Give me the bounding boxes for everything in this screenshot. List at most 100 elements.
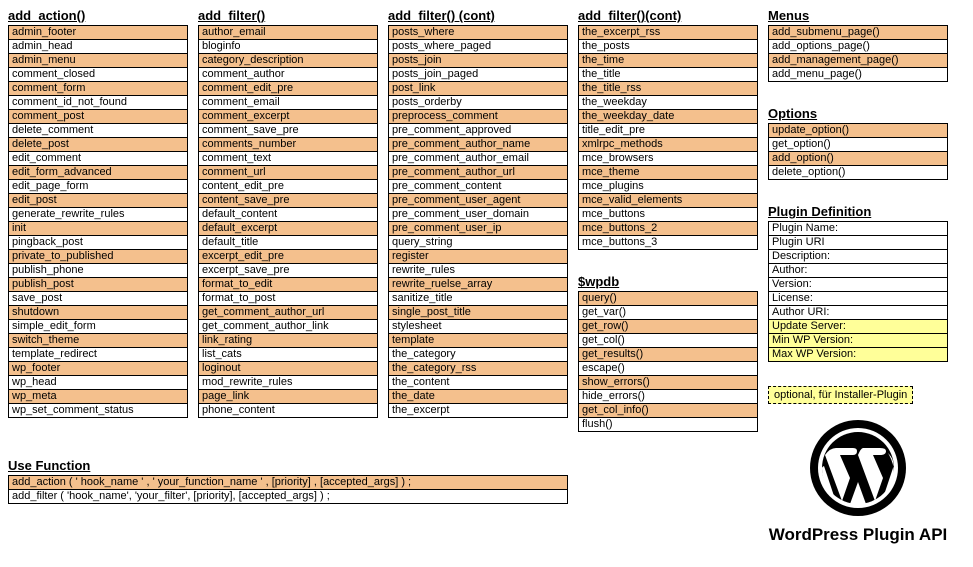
list-item: post_link	[388, 81, 568, 96]
list-item: the_title_rss	[578, 81, 758, 96]
list-item: format_to_post	[198, 291, 378, 306]
list-item: link_rating	[198, 333, 378, 348]
col-use-function: Use Function add_action ( ' hook_name ' …	[8, 458, 568, 504]
list-item: query()	[578, 291, 758, 306]
list-item: edit_comment	[8, 151, 188, 166]
list-item: comment_closed	[8, 67, 188, 82]
list-item: comment_text	[198, 151, 378, 166]
list-item: add_options_page()	[768, 39, 948, 54]
list-item: pre_comment_approved	[388, 123, 568, 138]
list-item: escape()	[578, 361, 758, 376]
list-item: hide_errors()	[578, 389, 758, 404]
list-item: the_category	[388, 347, 568, 362]
list-item: the_date	[388, 389, 568, 404]
list-item: admin_head	[8, 39, 188, 54]
list-item: mce_browsers	[578, 151, 758, 166]
list-item: mce_valid_elements	[578, 193, 758, 208]
list-item: Description:	[768, 249, 948, 264]
header-use-function: Use Function	[8, 458, 568, 475]
list-item: pre_comment_user_agent	[388, 193, 568, 208]
list-item: edit_post	[8, 193, 188, 208]
list-item: query_string	[388, 235, 568, 250]
list-item: posts_where_paged	[388, 39, 568, 54]
list-item: get_comment_author_link	[198, 319, 378, 334]
list-item: the_posts	[578, 39, 758, 54]
list-item: get_results()	[578, 347, 758, 362]
list-item: Plugin Name:	[768, 221, 948, 236]
list-item: get_col()	[578, 333, 758, 348]
list-item: pre_comment_author_email	[388, 151, 568, 166]
list-item: content_save_pre	[198, 193, 378, 208]
brand-block: WordPress Plugin API	[768, 418, 948, 545]
list-item: add_submenu_page()	[768, 25, 948, 40]
list-item: Version:	[768, 277, 948, 292]
list-item: wp_footer	[8, 361, 188, 376]
list-item: category_description	[198, 53, 378, 68]
list-item: Max WP Version:	[768, 347, 948, 362]
col-menus: Menus add_submenu_page()add_options_page…	[768, 8, 948, 82]
list-item: the_excerpt	[388, 403, 568, 418]
list-item: publish_post	[8, 277, 188, 292]
list-item: default_title	[198, 235, 378, 250]
list-item: the_time	[578, 53, 758, 68]
list-item: content_edit_pre	[198, 179, 378, 194]
list-item: update_option()	[768, 123, 948, 138]
list-item: admin_menu	[8, 53, 188, 68]
list-item: private_to_published	[8, 249, 188, 264]
list-item: wp_head	[8, 375, 188, 390]
list-item: wp_set_comment_status	[8, 403, 188, 418]
list-item: the_title	[578, 67, 758, 82]
list-item: posts_join	[388, 53, 568, 68]
list-item: phone_content	[198, 403, 378, 418]
optional-note: optional, für Installer-Plugin	[768, 386, 913, 404]
header-add-filter1: add_filter()	[198, 8, 378, 25]
col-wpdb: $wpdb query()get_var()get_row()get_col()…	[578, 274, 758, 432]
list-item: excerpt_edit_pre	[198, 249, 378, 264]
list-item: rewrite_ruelse_array	[388, 277, 568, 292]
col-plugin-def: Plugin Definition Plugin Name:Plugin URI…	[768, 204, 948, 362]
list-item: Plugin URI	[768, 235, 948, 250]
list-item: add_management_page()	[768, 53, 948, 68]
list-item: edit_form_advanced	[8, 165, 188, 180]
list-item: shutdown	[8, 305, 188, 320]
col-add-filter2: add_filter() (cont) posts_whereposts_whe…	[388, 8, 568, 418]
wordpress-logo-icon	[768, 418, 948, 521]
list-item: wp_meta	[8, 389, 188, 404]
list-item: get_row()	[578, 319, 758, 334]
list-item: flush()	[578, 417, 758, 432]
list-item: generate_rewrite_rules	[8, 207, 188, 222]
list-item: delete_post	[8, 137, 188, 152]
list-item: publish_phone	[8, 263, 188, 278]
list-item: comment_excerpt	[198, 109, 378, 124]
header-add-filter3: add_filter()(cont)	[578, 8, 758, 25]
list-item: add_menu_page()	[768, 67, 948, 82]
list-item: init	[8, 221, 188, 236]
list-item: the_weekday_date	[578, 109, 758, 124]
list-item: comments_number	[198, 137, 378, 152]
list-item: xmlrpc_methods	[578, 137, 758, 152]
list-item: get_var()	[578, 305, 758, 320]
list-item: comment_edit_pre	[198, 81, 378, 96]
list-item: page_link	[198, 389, 378, 404]
list-item: delete_option()	[768, 165, 948, 180]
list-item: list_cats	[198, 347, 378, 362]
list-item: format_to_edit	[198, 277, 378, 292]
list-item: posts_join_paged	[388, 67, 568, 82]
list-item: bloginfo	[198, 39, 378, 54]
list-item: Update Server:	[768, 319, 948, 334]
list-item: single_post_title	[388, 305, 568, 320]
list-item: pre_comment_author_name	[388, 137, 568, 152]
col-add-action: add_action() admin_footeradmin_headadmin…	[8, 8, 188, 418]
list-item: mce_plugins	[578, 179, 758, 194]
list-item: get_comment_author_url	[198, 305, 378, 320]
list-item: pingback_post	[8, 235, 188, 250]
list-item: pre_comment_content	[388, 179, 568, 194]
list-item: admin_footer	[8, 25, 188, 40]
list-item: sanitize_title	[388, 291, 568, 306]
list-item: Author:	[768, 263, 948, 278]
list-item: preprocess_comment	[388, 109, 568, 124]
list-item: comment_save_pre	[198, 123, 378, 138]
list-item: pre_comment_author_url	[388, 165, 568, 180]
list-item: pre_comment_user_domain	[388, 207, 568, 222]
list-item: switch_theme	[8, 333, 188, 348]
